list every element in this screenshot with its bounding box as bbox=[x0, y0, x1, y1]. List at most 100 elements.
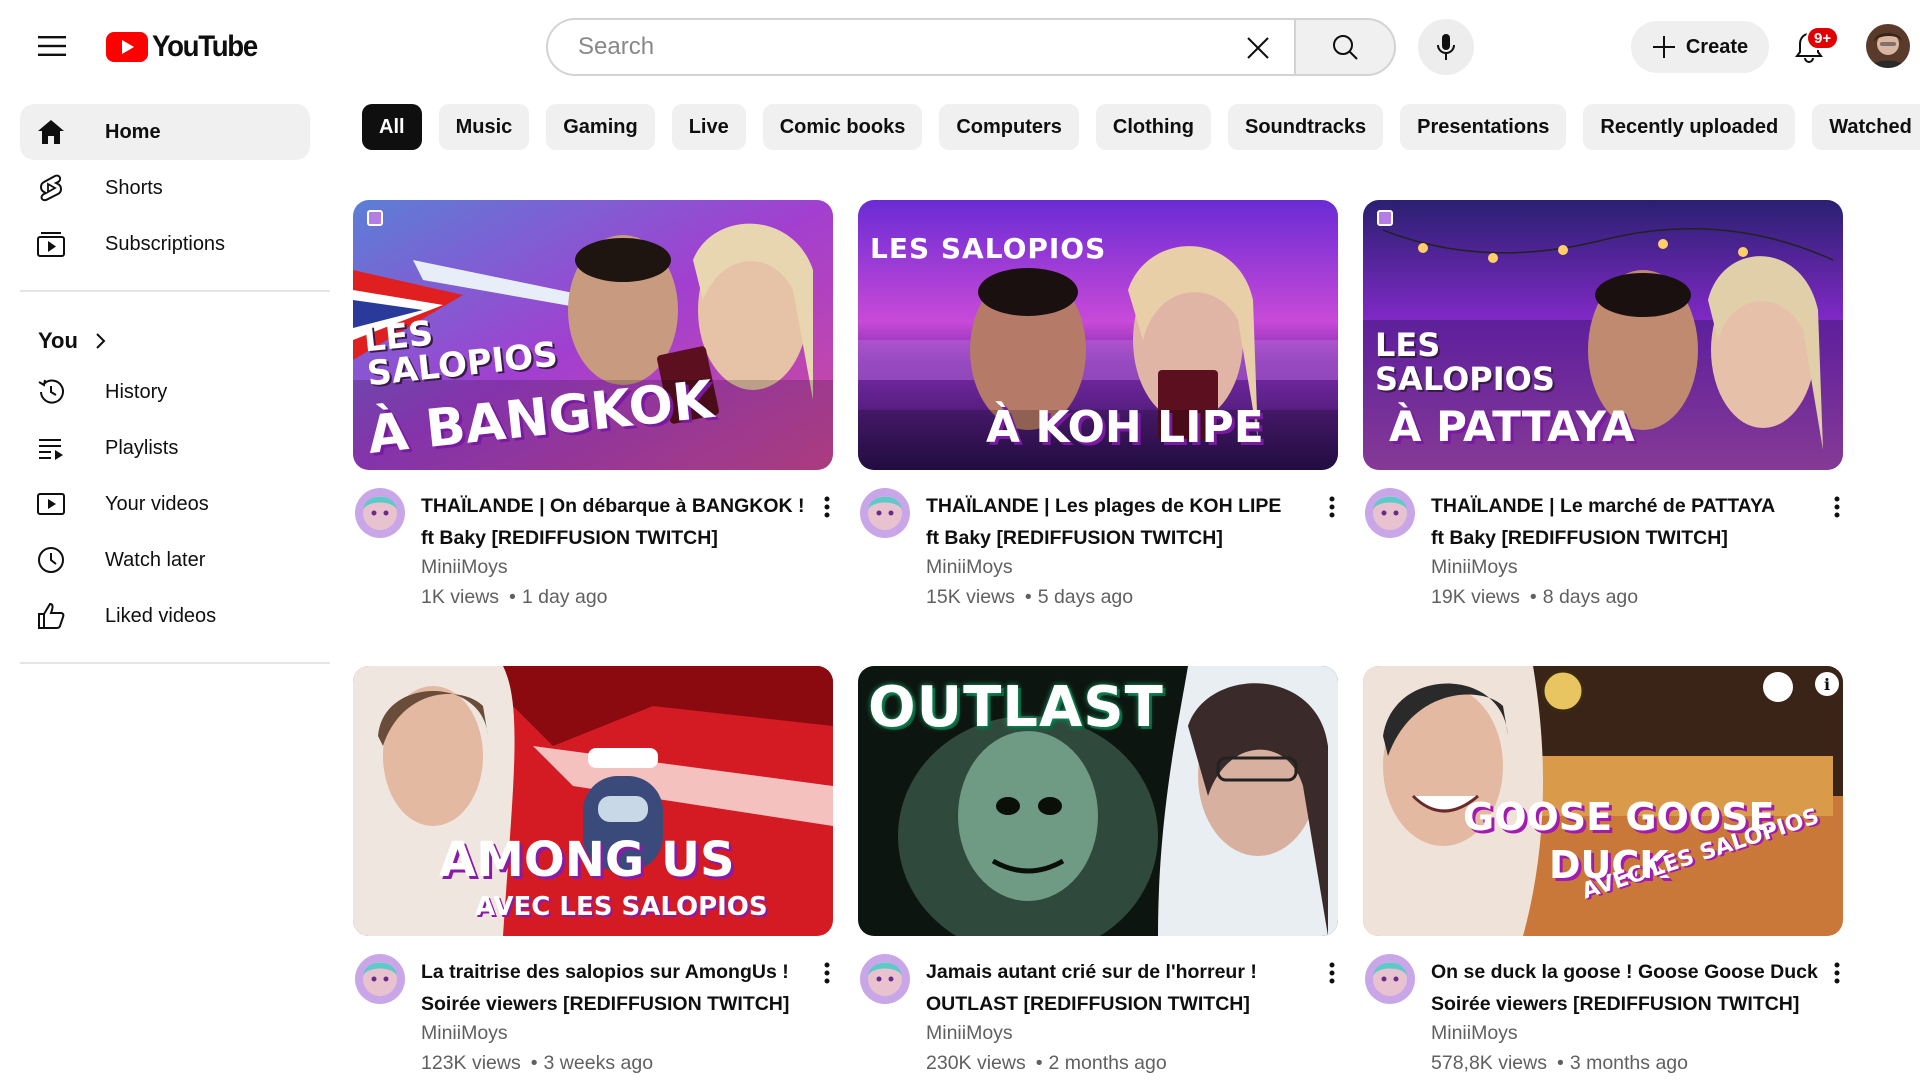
you-label: You bbox=[38, 328, 78, 353]
chip-comic-books[interactable]: Comic books bbox=[762, 104, 923, 150]
upload-age: 3 weeks ago bbox=[543, 1052, 654, 1074]
logo-text: YouTube bbox=[152, 30, 258, 63]
upload-age: 3 months ago bbox=[1569, 1052, 1688, 1074]
thumbnail-caption-top: LES SALOPIOS bbox=[1375, 326, 1555, 398]
video-metadata: 1K views • 1 day ago bbox=[421, 586, 608, 608]
video-title-line: Soirée viewers [REDIFFUSION TWITCH] bbox=[1431, 993, 1800, 1015]
filter-chips-bar: All Music Gaming Live Comic books Comput… bbox=[362, 104, 1920, 150]
sidebar-item-label: History bbox=[105, 380, 168, 403]
thumbnail-caption-main: À KOH LIPE bbox=[986, 402, 1264, 453]
search-button[interactable] bbox=[1294, 18, 1396, 76]
video-metadata: 123K views • 3 weeks ago bbox=[421, 1052, 654, 1074]
video-thumbnail[interactable]: LES SALOPIOS À KOH LIPE bbox=[858, 200, 1338, 470]
thumbnail-caption-main: À PATTAYA bbox=[1389, 402, 1635, 451]
channel-name[interactable]: MiniiMoys bbox=[1431, 556, 1518, 579]
channel-name[interactable]: MiniiMoys bbox=[421, 1022, 508, 1045]
video-title-line: OUTLAST [REDIFFUSION TWITCH] bbox=[926, 993, 1250, 1015]
more-options-icon[interactable] bbox=[815, 956, 839, 990]
sidebar-divider bbox=[20, 290, 330, 292]
chip-music[interactable]: Music bbox=[438, 104, 530, 150]
video-title-line: ft Baky [REDIFFUSION TWITCH] bbox=[421, 527, 718, 549]
sidebar-item-shorts[interactable]: Shorts bbox=[20, 160, 310, 216]
video-title[interactable]: THAÏLANDE | Le marché de PATTAYA ft Baky… bbox=[1431, 490, 1801, 554]
channel-badge-icon bbox=[1377, 210, 1393, 226]
video-title-line: THAÏLANDE | Le marché de PATTAYA bbox=[1431, 495, 1776, 517]
chip-gaming[interactable]: Gaming bbox=[546, 104, 655, 150]
sidebar-item-subscriptions[interactable]: Subscriptions bbox=[20, 216, 310, 272]
video-title[interactable]: THAÏLANDE | On débarque à BANGKOK ! ft B… bbox=[421, 490, 805, 554]
channel-avatar[interactable] bbox=[355, 954, 405, 1004]
channel-name[interactable]: MiniiMoys bbox=[926, 1022, 1013, 1045]
sidebar-item-history[interactable]: History bbox=[20, 364, 310, 420]
more-options-icon[interactable] bbox=[1825, 490, 1849, 524]
menu-icon[interactable] bbox=[32, 26, 72, 66]
channel-avatar[interactable] bbox=[1365, 954, 1415, 1004]
channel-avatar[interactable] bbox=[860, 954, 910, 1004]
video-thumbnail[interactable]: GOOSE GOOSE DUCK AVEC LES SALOPIOS i bbox=[1363, 666, 1843, 936]
more-options-icon[interactable] bbox=[1320, 956, 1344, 990]
more-options-icon[interactable] bbox=[1825, 956, 1849, 990]
sidebar-item-label: Your videos bbox=[105, 492, 209, 515]
view-count: 1K views bbox=[421, 586, 500, 608]
video-title[interactable]: On se duck la goose ! Goose Goose Duck S… bbox=[1431, 956, 1818, 1020]
channel-name[interactable]: MiniiMoys bbox=[1431, 1022, 1518, 1045]
video-metadata: 19K views • 8 days ago bbox=[1431, 586, 1639, 608]
sidebar-item-watch-later[interactable]: Watch later bbox=[20, 532, 310, 588]
video-title-line: ft Baky [REDIFFUSION TWITCH] bbox=[1431, 527, 1728, 549]
watch-later-icon bbox=[36, 545, 66, 575]
voice-search-button[interactable] bbox=[1418, 19, 1474, 75]
channel-name[interactable]: MiniiMoys bbox=[421, 556, 508, 579]
more-options-icon[interactable] bbox=[1320, 490, 1344, 524]
video-title-line: La traitrise des salopios sur AmongUs ! bbox=[421, 961, 789, 983]
sidebar-item-label: Watch later bbox=[105, 548, 206, 571]
video-thumbnail[interactable]: AMONG US AVEC LES SALOPIOS bbox=[353, 666, 833, 936]
video-title-line: Soirée viewers [REDIFFUSION TWITCH] bbox=[421, 993, 790, 1015]
sidebar-item-playlists[interactable]: Playlists bbox=[20, 420, 310, 476]
video-title-line: On se duck la goose ! Goose Goose Duck bbox=[1431, 961, 1818, 983]
plus-icon bbox=[1652, 36, 1675, 58]
chevron-right-icon bbox=[90, 331, 110, 356]
create-button[interactable]: Create bbox=[1631, 21, 1769, 73]
home-icon bbox=[36, 117, 66, 147]
sidebar-item-label: Subscriptions bbox=[105, 232, 226, 255]
sidebar-item-your-videos[interactable]: Your videos bbox=[20, 476, 310, 532]
view-count: 230K views bbox=[926, 1052, 1026, 1074]
sidebar-item-home[interactable]: Home bbox=[20, 104, 310, 160]
playlists-icon bbox=[36, 433, 66, 463]
chip-recently-uploaded[interactable]: Recently uploaded bbox=[1583, 104, 1796, 150]
video-thumbnail[interactable]: LES SALOPIOS À PATTAYA bbox=[1363, 200, 1843, 470]
account-avatar[interactable] bbox=[1866, 24, 1910, 68]
clear-search-icon[interactable] bbox=[1240, 30, 1276, 66]
video-thumbnail[interactable]: LES SALOPIOS À BANGKOK bbox=[353, 200, 833, 470]
chip-soundtracks[interactable]: Soundtracks bbox=[1227, 104, 1384, 150]
more-options-icon[interactable] bbox=[815, 490, 839, 524]
chip-presentations[interactable]: Presentations bbox=[1400, 104, 1567, 150]
channel-avatar[interactable] bbox=[860, 488, 910, 538]
video-title[interactable]: THAÏLANDE | Les plages de KOH LIPE ft Ba… bbox=[926, 490, 1296, 554]
history-icon bbox=[36, 377, 66, 407]
chip-watched[interactable]: Watched bbox=[1812, 104, 1920, 150]
sidebar-you-header[interactable]: You bbox=[20, 316, 310, 366]
chip-computers[interactable]: Computers bbox=[939, 104, 1079, 150]
channel-avatar[interactable] bbox=[1365, 488, 1415, 538]
sidebar: Home Shorts Subscriptions You History Pl… bbox=[0, 92, 330, 1080]
channel-avatar[interactable] bbox=[355, 488, 405, 538]
chip-live[interactable]: Live bbox=[671, 104, 746, 150]
view-count: 19K views bbox=[1431, 586, 1520, 608]
video-thumbnail[interactable]: OUTLAST bbox=[858, 666, 1338, 936]
sidebar-item-liked-videos[interactable]: Liked videos bbox=[20, 588, 310, 644]
channel-badge-icon bbox=[367, 210, 383, 226]
channel-name[interactable]: MiniiMoys bbox=[926, 556, 1013, 579]
video-title[interactable]: La traitrise des salopios sur AmongUs ! … bbox=[421, 956, 791, 1020]
sidebar-item-label: Shorts bbox=[105, 176, 163, 199]
chip-all[interactable]: All bbox=[362, 104, 422, 150]
youtube-logo[interactable]: YouTube bbox=[106, 30, 266, 64]
microphone-icon bbox=[1437, 34, 1455, 60]
video-title-line: Jamais autant crié sur de l'horreur ! bbox=[926, 961, 1257, 983]
info-icon[interactable]: i bbox=[1815, 672, 1839, 696]
chip-clothing[interactable]: Clothing bbox=[1095, 104, 1211, 150]
youtube-play-icon bbox=[106, 32, 148, 62]
video-title[interactable]: Jamais autant crié sur de l'horreur ! OU… bbox=[926, 956, 1296, 1020]
view-count: 123K views bbox=[421, 1052, 521, 1074]
search-input[interactable] bbox=[578, 33, 1218, 61]
